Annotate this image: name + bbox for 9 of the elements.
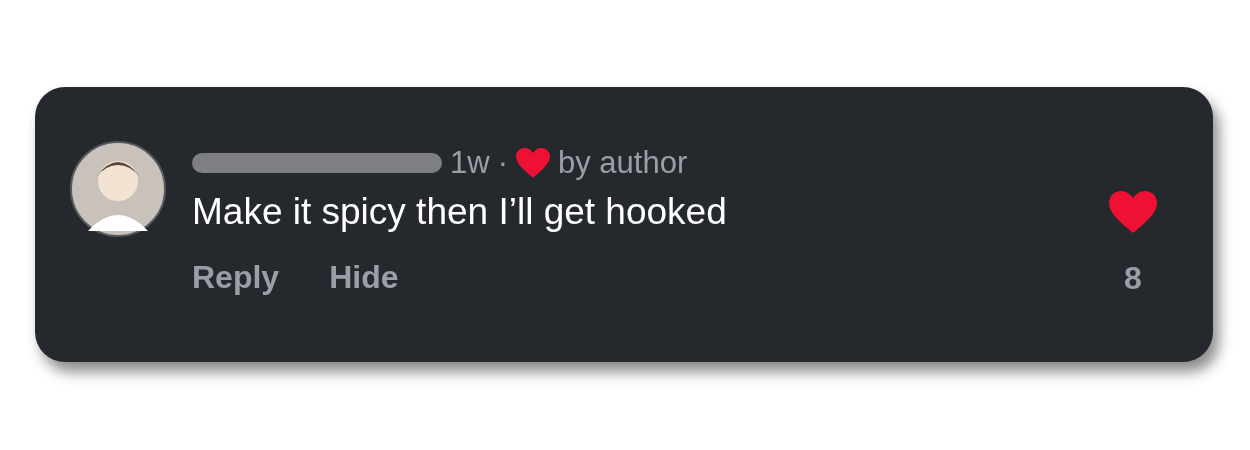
comment-action-button[interactable]: Reply xyxy=(192,259,280,296)
comment-text: Make it spicy then I’ll get hooked xyxy=(192,191,728,233)
avatar-icon[interactable] xyxy=(70,141,166,237)
comment-action-button[interactable]: Hide xyxy=(329,259,399,296)
like-button-icon[interactable] xyxy=(1109,191,1157,235)
author-like-label: by author xyxy=(557,145,688,181)
separator-dot: · xyxy=(497,145,508,181)
like-count: 8 xyxy=(1124,260,1142,298)
comment-time: 1w xyxy=(450,145,490,181)
